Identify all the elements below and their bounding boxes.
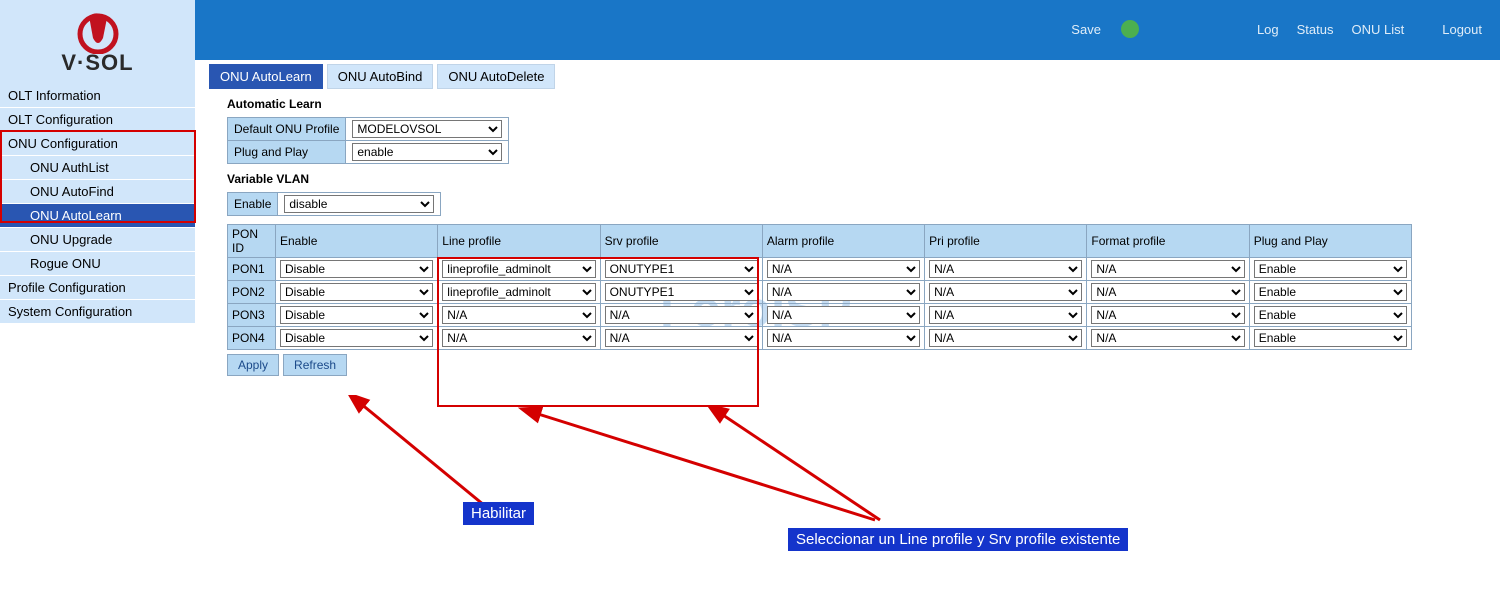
pon-id-cell: PON1 [228, 258, 276, 281]
pon-pri-select[interactable]: N/A [929, 329, 1082, 347]
sidebar-item-onu-autofind[interactable]: ONU AutoFind [0, 180, 195, 204]
pon-pnp-select[interactable]: Enable [1254, 306, 1407, 324]
pon-pnp-select[interactable]: Enable [1254, 283, 1407, 301]
pon-fmt-select[interactable]: N/A [1091, 306, 1244, 324]
sidebar-item-onu-configuration[interactable]: ONU Configuration [0, 132, 195, 156]
sidebar-item-onu-autolearn[interactable]: ONU AutoLearn [0, 204, 195, 228]
pon-id-cell: PON3 [228, 304, 276, 327]
pon-alarm-select[interactable]: N/A [767, 260, 920, 278]
annotation-select-profile: Seleccionar un Line profile y Srv profil… [788, 528, 1128, 551]
apply-button[interactable]: Apply [227, 354, 279, 376]
refresh-button[interactable]: Refresh [283, 354, 347, 376]
pon-srv-select[interactable]: N/A [605, 306, 758, 324]
brand-logo: V·SOL [0, 0, 195, 84]
annotation-habilitar: Habilitar [463, 502, 534, 525]
pon-enable-select[interactable]: Disable [280, 283, 433, 301]
pon-id-cell: PON4 [228, 327, 276, 350]
sidebar-item-profile-configuration[interactable]: Profile Configuration [0, 276, 195, 300]
pon-line-select[interactable]: lineprofile_adminolt [442, 260, 595, 278]
pon-fmt-select[interactable]: N/A [1091, 260, 1244, 278]
sidebar-item-olt-configuration[interactable]: OLT Configuration [0, 108, 195, 132]
sidebar: OLT InformationOLT ConfigurationONU Conf… [0, 84, 195, 324]
grid-header: Line profile [438, 225, 600, 258]
grid-header: Enable [276, 225, 438, 258]
sidebar-item-system-configuration[interactable]: System Configuration [0, 300, 195, 324]
grid-header: Srv profile [600, 225, 762, 258]
pon-srv-select[interactable]: ONUTYPE1 [605, 260, 758, 278]
grid-header: PON ID [228, 225, 276, 258]
auto-learn-select[interactable]: enable [352, 143, 502, 161]
brand-name: V·SOL [0, 50, 195, 76]
auto-learn-label: Plug and Play [228, 141, 346, 164]
pon-line-select[interactable]: N/A [442, 306, 595, 324]
var-vlan-label: Enable [228, 193, 278, 216]
pon-srv-select[interactable]: N/A [605, 329, 758, 347]
grid-header: Format profile [1087, 225, 1249, 258]
pon-fmt-select[interactable]: N/A [1091, 283, 1244, 301]
sidebar-item-onu-upgrade[interactable]: ONU Upgrade [0, 228, 195, 252]
main-area: ONU AutoLearnONU AutoBindONU AutoDelete … [205, 60, 1495, 380]
status-dot [1121, 20, 1139, 38]
pon-alarm-select[interactable]: N/A [767, 306, 920, 324]
var-vlan-select[interactable]: disable [284, 195, 434, 213]
pon-srv-select[interactable]: ONUTYPE1 [605, 283, 758, 301]
log-link[interactable]: Log [1257, 22, 1279, 37]
grid-header: Alarm profile [762, 225, 924, 258]
auto-learn-label: Default ONU Profile [228, 118, 346, 141]
save-link[interactable]: Save [1071, 22, 1101, 37]
pon-line-select[interactable]: lineprofile_adminolt [442, 283, 595, 301]
sidebar-item-onu-authlist[interactable]: ONU AuthList [0, 156, 195, 180]
pon-enable-select[interactable]: Disable [280, 306, 433, 324]
status-link[interactable]: Status [1297, 22, 1334, 37]
pon-pri-select[interactable]: N/A [929, 260, 1082, 278]
pon-pri-select[interactable]: N/A [929, 283, 1082, 301]
arrow-srv-profile [670, 405, 930, 545]
pon-alarm-select[interactable]: N/A [767, 283, 920, 301]
grid-header: Plug and Play [1249, 225, 1411, 258]
top-navbar: Save Log Status ONU List Logout [195, 0, 1500, 60]
pon-grid: PON IDEnableLine profileSrv profileAlarm… [227, 224, 1412, 350]
pon-fmt-select[interactable]: N/A [1091, 329, 1244, 347]
pon-alarm-select[interactable]: N/A [767, 329, 920, 347]
auto-learn-select[interactable]: MODELOVSOL [352, 120, 502, 138]
pon-id-cell: PON2 [228, 281, 276, 304]
automatic-learn-table: Default ONU Profile MODELOVSOL Plug and Pl… [227, 117, 509, 164]
pon-pnp-select[interactable]: Enable [1254, 329, 1407, 347]
section-variable-vlan: Variable VLAN [227, 172, 1491, 186]
onu-list-link[interactable]: ONU List [1352, 22, 1405, 37]
section-automatic-learn: Automatic Learn [227, 97, 1491, 111]
tab-bar: ONU AutoLearnONU AutoBindONU AutoDelete [209, 64, 1491, 89]
logout-link[interactable]: Logout [1442, 22, 1482, 37]
pon-line-select[interactable]: N/A [442, 329, 595, 347]
logo-icon [73, 8, 123, 54]
tab-onu-autolearn[interactable]: ONU AutoLearn [209, 64, 323, 89]
pon-enable-select[interactable]: Disable [280, 260, 433, 278]
sidebar-item-olt-information[interactable]: OLT Information [0, 84, 195, 108]
grid-header: Pri profile [925, 225, 1087, 258]
pon-enable-select[interactable]: Disable [280, 329, 433, 347]
tab-onu-autobind[interactable]: ONU AutoBind [327, 64, 434, 89]
variable-vlan-table: Enable disable [227, 192, 441, 216]
pon-pnp-select[interactable]: Enable [1254, 260, 1407, 278]
pon-pri-select[interactable]: N/A [929, 306, 1082, 324]
sidebar-item-rogue-onu[interactable]: Rogue ONU [0, 252, 195, 276]
arrow-line-profile [480, 405, 900, 545]
tab-onu-autodelete[interactable]: ONU AutoDelete [437, 64, 555, 89]
